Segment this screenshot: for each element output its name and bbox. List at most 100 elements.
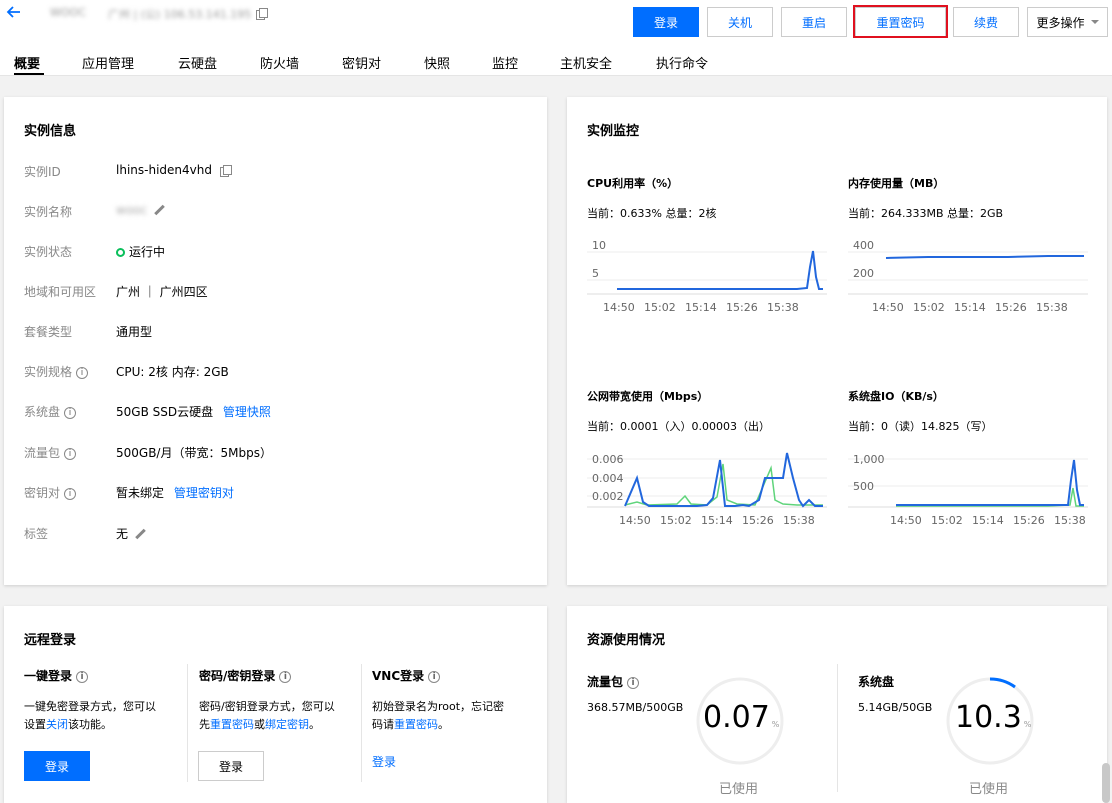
memory-chart-title: 内存使用量（MB） <box>848 177 945 190</box>
edit-icon[interactable] <box>153 205 165 217</box>
x-tick: 15:26 <box>742 514 774 527</box>
value-instance-name: wooc <box>116 203 165 217</box>
back-arrow-icon[interactable] <box>6 4 22 20</box>
x-tick: 15:38 <box>767 301 799 314</box>
vnc-login-link[interactable]: 登录 <box>372 753 396 770</box>
title-text: VNC登录 <box>372 669 425 683</box>
traffic-percent: 0.07% <box>703 700 779 735</box>
x-tick: 14:50 <box>603 301 635 314</box>
tab-key-pair[interactable]: 密钥对 <box>342 53 381 72</box>
disk-percent: 10.3% <box>955 700 1031 735</box>
desc-text: 设置 <box>24 718 46 731</box>
info-icon[interactable]: i <box>279 670 292 683</box>
y-tick: 5 <box>592 267 599 280</box>
y-tick: 0.002 <box>592 490 624 503</box>
one-click-login-button[interactable]: 登录 <box>24 751 90 781</box>
tab-run-command[interactable]: 执行命令 <box>656 53 708 72</box>
gauge-fill <box>989 677 1016 689</box>
chevron-down-icon <box>1090 20 1099 24</box>
more-actions-label: 更多操作 <box>1036 15 1085 30</box>
bind-key-link[interactable]: 绑定密钥 <box>265 718 309 731</box>
cpu-current: 当前：0.633% 总量：2核 <box>587 207 717 220</box>
tab-snapshot[interactable]: 快照 <box>424 53 450 72</box>
y-tick: 0.004 <box>592 472 624 485</box>
restart-button[interactable]: 重启 <box>781 7 847 37</box>
info-icon[interactable]: i <box>64 406 77 419</box>
reset-password-link[interactable]: 重置密码 <box>210 718 254 731</box>
copy-icon[interactable] <box>219 165 232 177</box>
traffic-usage: 368.57MB/500GB <box>587 701 684 714</box>
label-instance-status: 实例状态 <box>24 245 73 259</box>
label-instance-id: 实例ID <box>24 165 61 179</box>
bandwidth-current: 当前：0.0001（入）0.00003（出） <box>587 420 770 433</box>
info-icon[interactable]: i <box>64 487 77 500</box>
tab-cloud-disk[interactable]: 云硬盘 <box>178 53 217 72</box>
renew-button[interactable]: 续费 <box>953 7 1019 37</box>
x-tick: 15:38 <box>783 514 815 527</box>
memory-chart[interactable]: 400 200 14:50 15:02 15:14 15:26 15:38 <box>848 237 1088 317</box>
info-icon[interactable]: i <box>627 676 640 689</box>
copy-icon[interactable] <box>256 8 268 20</box>
x-tick: 15:02 <box>913 301 945 314</box>
manage-snapshot-link[interactable]: 管理快照 <box>223 405 271 419</box>
disable-link[interactable]: 关闭 <box>46 718 68 731</box>
tab-overview[interactable]: 概要 <box>14 53 40 72</box>
desc-text: 或 <box>254 718 265 731</box>
info-icon[interactable]: i <box>76 366 89 379</box>
divider <box>837 664 838 792</box>
title-text: 流量包 <box>587 675 624 689</box>
instance-name-value: wooc <box>116 203 148 217</box>
disk-usage: 5.14GB/50GB <box>858 701 933 714</box>
tab-firewall[interactable]: 防火墙 <box>260 53 299 72</box>
y-tick: 0.006 <box>592 453 624 466</box>
cpu-chart-title: CPU利用率（%） <box>587 177 679 190</box>
traffic-used-caption: 已使用 <box>719 782 759 797</box>
cpu-line <box>617 250 823 290</box>
desc-line: 码请重置密码。 <box>372 716 537 734</box>
cpu-chart[interactable]: 10 5 14:50 15:02 15:14 15:26 15:38 <box>587 237 827 317</box>
percent-unit: % <box>1023 720 1032 729</box>
tab-host-security[interactable]: 主机安全 <box>560 53 612 72</box>
manage-key-pair-link[interactable]: 管理密钥对 <box>174 486 234 500</box>
edit-icon[interactable] <box>134 529 146 541</box>
top-bar: WOOC 广州 | (公) 106.53.141.195 登录 关机 重启 重置… <box>0 0 1112 76</box>
label-region: 地域和可用区 <box>24 285 97 299</box>
instance-monitor-card: 实例监控 CPU利用率（%） 当前：0.633% 总量：2核 10 5 14:5… <box>567 97 1107 585</box>
desc-text: 该功能。 <box>68 718 112 731</box>
disk-io-chart[interactable]: 1,000 500 14:50 15:02 15:14 15:26 15:38 <box>848 450 1088 532</box>
disk-io-chart-title: 系统盘IO（KB/s） <box>848 390 944 403</box>
x-tick: 15:14 <box>972 514 1004 527</box>
vnc-login-desc: 初始登录名为root，忘记密 码请重置密码。 <box>372 698 537 734</box>
x-tick: 15:14 <box>954 301 986 314</box>
label-traffic-package: 流量包 i <box>24 444 77 461</box>
info-icon[interactable]: i <box>64 447 77 460</box>
desc-line: 初始登录名为root，忘记密 <box>372 700 505 713</box>
value-package-type: 通用型 <box>116 325 153 339</box>
value-system-disk: 50GB SSD云硬盘 管理快照 <box>116 403 271 420</box>
label-instance-name: 实例名称 <box>24 205 73 219</box>
value-region: 广州 ｜ 广州四区 <box>116 285 208 299</box>
more-actions-dropdown[interactable]: 更多操作 <box>1027 7 1108 37</box>
label-key-pair: 密钥对 i <box>24 484 77 501</box>
scrollbar-thumb[interactable] <box>1102 763 1110 803</box>
shutdown-button[interactable]: 关机 <box>707 7 773 37</box>
tab-monitoring[interactable]: 监控 <box>492 53 518 72</box>
reset-password-button[interactable]: 重置密码 <box>855 7 946 37</box>
reset-password-link[interactable]: 重置密码 <box>394 718 438 731</box>
tab-app-management[interactable]: 应用管理 <box>82 53 134 72</box>
bandwidth-chart[interactable]: 0.006 0.004 0.002 14:50 15:02 15:14 15:2… <box>587 450 827 532</box>
percent-unit: % <box>771 720 780 729</box>
memory-current: 当前：264.333MB 总量：2GB <box>848 207 1004 220</box>
password-login-button[interactable]: 登录 <box>198 751 264 781</box>
divider <box>361 664 362 782</box>
card-title: 远程登录 <box>24 633 77 648</box>
label-text: 系统盘 <box>24 405 61 419</box>
label-instance-spec: 实例规格 i <box>24 363 89 380</box>
desc-line: 设置关闭该功能。 <box>24 716 184 734</box>
x-tick: 14:50 <box>872 301 904 314</box>
login-button[interactable]: 登录 <box>633 7 699 37</box>
divider <box>187 664 188 782</box>
info-icon[interactable]: i <box>76 670 89 683</box>
label-text: 密钥对 <box>24 486 61 500</box>
info-icon[interactable]: i <box>428 670 441 683</box>
